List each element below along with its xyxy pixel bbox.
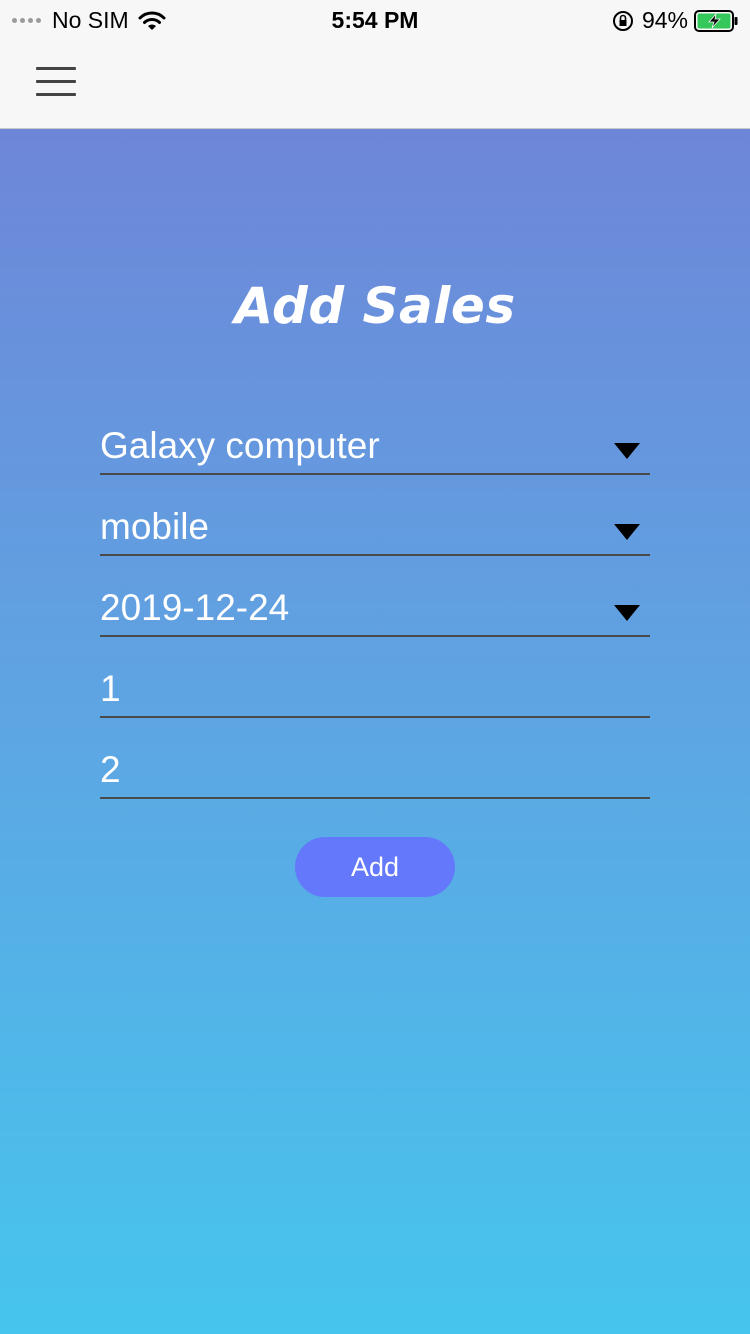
quantity-input[interactable]: 1 bbox=[100, 664, 650, 718]
orientation-lock-icon bbox=[612, 10, 633, 31]
date-select[interactable]: 2019-12-24 bbox=[100, 583, 650, 637]
store-select[interactable]: Galaxy computer bbox=[100, 421, 650, 475]
status-right: 94% bbox=[612, 7, 738, 34]
product-select-value: mobile bbox=[100, 506, 209, 547]
date-select-value: 2019-12-24 bbox=[100, 587, 290, 628]
caret-down-icon[interactable] bbox=[614, 524, 640, 540]
add-sales-screen: Add Sales Galaxy computer mobile 2019-12… bbox=[0, 129, 750, 1334]
product-select[interactable]: mobile bbox=[100, 502, 650, 556]
caret-down-icon[interactable] bbox=[614, 443, 640, 459]
store-select-value: Galaxy computer bbox=[100, 425, 380, 466]
status-bar: No SIM 5:54 PM 94% bbox=[0, 0, 750, 40]
battery-percent: 94% bbox=[641, 7, 688, 33]
page-title: Add Sales bbox=[234, 277, 516, 335]
battery-charging-icon bbox=[694, 9, 738, 32]
add-button[interactable]: Add bbox=[295, 837, 455, 897]
price-input[interactable]: 2 bbox=[100, 745, 650, 799]
hamburger-menu-icon[interactable] bbox=[36, 67, 76, 97]
nav-bar bbox=[0, 40, 750, 129]
price-input-value: 2 bbox=[100, 749, 121, 790]
caret-down-icon[interactable] bbox=[614, 605, 640, 621]
quantity-input-value: 1 bbox=[100, 668, 121, 709]
